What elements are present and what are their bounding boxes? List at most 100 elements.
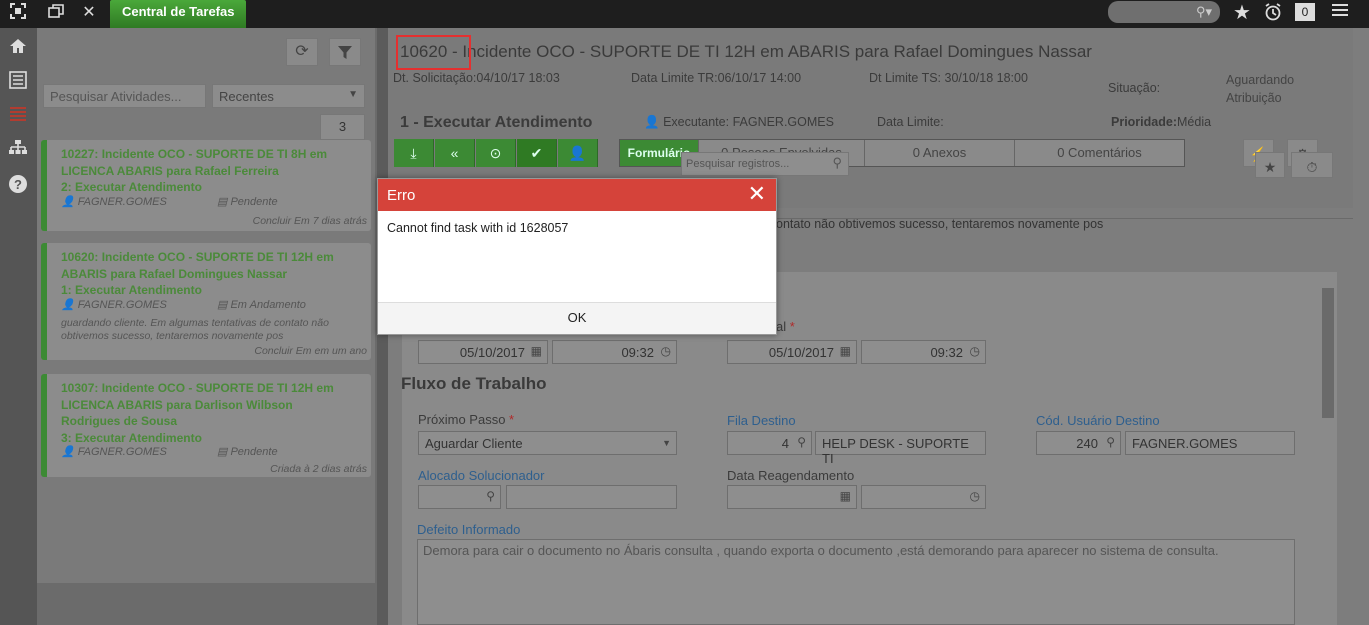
fila-destino-label: Fila Destino: [727, 413, 796, 428]
search-icon: ⚲: [797, 435, 806, 449]
defeito-textarea[interactable]: Demora para cair o documento no Ábaris c…: [417, 539, 1295, 625]
proximo-passo-label-text: Próximo Passo: [418, 412, 506, 427]
proximo-passo-value: Aguardar Cliente: [425, 436, 523, 451]
alocado-code-input[interactable]: ⚲: [418, 485, 501, 509]
top-search-input[interactable]: ⚲▾: [1108, 1, 1220, 23]
clock-icon: ◷: [969, 489, 980, 503]
timer-button[interactable]: ⏱: [1291, 152, 1333, 178]
date-field-label-text: al: [776, 319, 787, 334]
home-icon[interactable]: [6, 36, 30, 60]
fila-code-input[interactable]: 4 ⚲: [727, 431, 812, 455]
prioridade-value: Média: [1177, 115, 1212, 129]
close-icon[interactable]: ✕: [748, 182, 766, 206]
reag-date-input[interactable]: ▦: [727, 485, 857, 509]
org-chart-icon[interactable]: [6, 138, 30, 162]
ok-button[interactable]: OK: [378, 303, 776, 335]
executante-value: FAGNER.GOMES: [732, 115, 834, 129]
task-list-area: ⟳ Pesquisar Atividades... Recentes ▼ 3 1…: [37, 28, 375, 583]
list-icon[interactable]: [6, 70, 30, 94]
form-scrollbar[interactable]: [1320, 276, 1336, 625]
required-marker: *: [789, 319, 795, 334]
tab-comentarios[interactable]: 0 Comentários: [1014, 140, 1184, 166]
cod-usuario-input[interactable]: 240 ⚲: [1036, 431, 1121, 455]
document-icon: ▤: [217, 196, 228, 208]
search-activities-input[interactable]: Pesquisar Atividades...: [43, 84, 206, 108]
complete-button[interactable]: ✔: [517, 139, 557, 167]
calendar-icon: ▦: [530, 344, 542, 358]
user-icon: 👤: [61, 196, 75, 208]
fullscreen-icon[interactable]: [6, 2, 30, 24]
task-card[interactable]: 10620: Incidente OCO - SUPORTE DE TI 12H…: [41, 243, 371, 360]
task-card-status: ▤ Em Andamento: [217, 298, 306, 311]
chevron-down-icon: ▼: [348, 89, 358, 100]
date-input[interactable]: 05/10/2017 ▦: [727, 340, 857, 364]
alocado-name-input[interactable]: [506, 485, 677, 509]
refresh-icon: ⟳: [295, 43, 309, 60]
document-icon: ▤: [217, 446, 228, 458]
search-records-input[interactable]: Pesquisar registros... ⚲: [681, 152, 849, 176]
date-input[interactable]: 05/10/2017 ▦: [418, 340, 548, 364]
task-count: 3: [320, 114, 365, 140]
double-left-icon: «: [450, 145, 459, 161]
assign-user-button[interactable]: 👤: [558, 139, 598, 167]
usuario-name-input[interactable]: FAGNER.GOMES: [1125, 431, 1295, 455]
download-button[interactable]: ⤓: [394, 139, 434, 167]
time-input[interactable]: 09:32 ◷: [552, 340, 677, 364]
recent-filter-select[interactable]: Recentes ▼: [212, 84, 365, 108]
search-icon: ⚲▾: [1195, 4, 1212, 19]
tab-anexos[interactable]: 0 Anexos: [864, 140, 1014, 166]
fila-name-input[interactable]: HELP DESK - SUPORTE TI: [815, 431, 986, 466]
task-card-step: 2: Executar Atendimento: [61, 180, 202, 194]
date-field-label: al *: [776, 319, 795, 334]
help-icon[interactable]: ?: [6, 174, 30, 198]
proximo-passo-select[interactable]: Aguardar Cliente ▼: [418, 431, 677, 455]
task-card-footer: Criada à 2 dias atrás: [270, 463, 367, 475]
task-card[interactable]: 10307: Incidente OCO - SUPORTE DE TI 12H…: [41, 374, 371, 477]
user-icon: 👤: [644, 115, 660, 129]
windows-icon[interactable]: [44, 2, 68, 24]
task-card-title-text: 10620: Incidente OCO - SUPORTE DE TI 12H…: [61, 250, 334, 281]
refresh-button[interactable]: ⟳: [286, 38, 318, 66]
dialog-message: Cannot find task with id 1628057: [387, 221, 569, 235]
task-card-footer: Concluir Em em um ano: [254, 345, 367, 357]
filter-button[interactable]: [329, 38, 361, 66]
scrollbar-thumb[interactable]: [1322, 288, 1334, 418]
user-icon: 👤: [61, 299, 75, 311]
task-card-user-text: FAGNER.GOMES: [77, 446, 167, 458]
task-card-footer: Concluir Em 7 dias atrás: [252, 215, 367, 227]
data-limite-tr: Data Limite TR:06/10/17 14:00: [631, 71, 801, 85]
time-value: 09:32: [621, 345, 654, 360]
task-card-title: 10307: Incidente OCO - SUPORTE DE TI 12H…: [61, 380, 351, 446]
reag-time-input[interactable]: ◷: [861, 485, 986, 509]
task-card[interactable]: 10227: Incidente OCO - SUPORTE DE TI 8H …: [41, 140, 371, 231]
page-title: 10620 - Incidente OCO - SUPORTE DE TI 12…: [400, 42, 1092, 61]
date-value: 05/10/2017: [459, 345, 525, 360]
search-icon: ⚲: [832, 155, 842, 170]
situacao-line2: Atribuição: [1226, 91, 1282, 105]
dialog-title: Erro: [387, 187, 416, 204]
task-card-title-text: 10227: Incidente OCO - SUPORTE DE TI 8H …: [61, 147, 328, 178]
data-limite-tr-label: Data Limite TR:: [631, 71, 718, 85]
user-settings-icon: 👤: [568, 145, 587, 161]
recent-filter-value: Recentes: [219, 89, 274, 104]
user-icon: 👤: [61, 446, 75, 458]
notification-count[interactable]: 0: [1295, 3, 1315, 21]
alarm-icon[interactable]: [1261, 2, 1285, 24]
time-input[interactable]: 09:32 ◷: [861, 340, 986, 364]
situacao-line1: Aguardando: [1226, 73, 1295, 87]
tab-central-de-tarefas[interactable]: Central de Tarefas: [110, 0, 247, 28]
return-button[interactable]: «: [435, 139, 475, 167]
forward-button[interactable]: ⊙: [476, 139, 516, 167]
menu-icon[interactable]: [1328, 2, 1352, 24]
star-icon[interactable]: ★: [1230, 2, 1254, 24]
tasks-icon[interactable]: [6, 104, 30, 128]
dt-solicitacao: Dt. Solicitação:04/10/17 18:03: [393, 71, 560, 85]
alocado-label: Alocado Solucionador: [418, 468, 545, 483]
executante: 👤 Executante: FAGNER.GOMES: [644, 115, 834, 130]
favorite-button[interactable]: ★: [1255, 152, 1285, 178]
close-icon[interactable]: ✕: [77, 2, 101, 24]
task-card-status-text: Em Andamento: [230, 299, 306, 311]
required-marker: *: [509, 412, 515, 427]
task-card-status: ▤ Pendente: [217, 195, 278, 208]
task-card-status-text: Pendente: [230, 196, 278, 208]
